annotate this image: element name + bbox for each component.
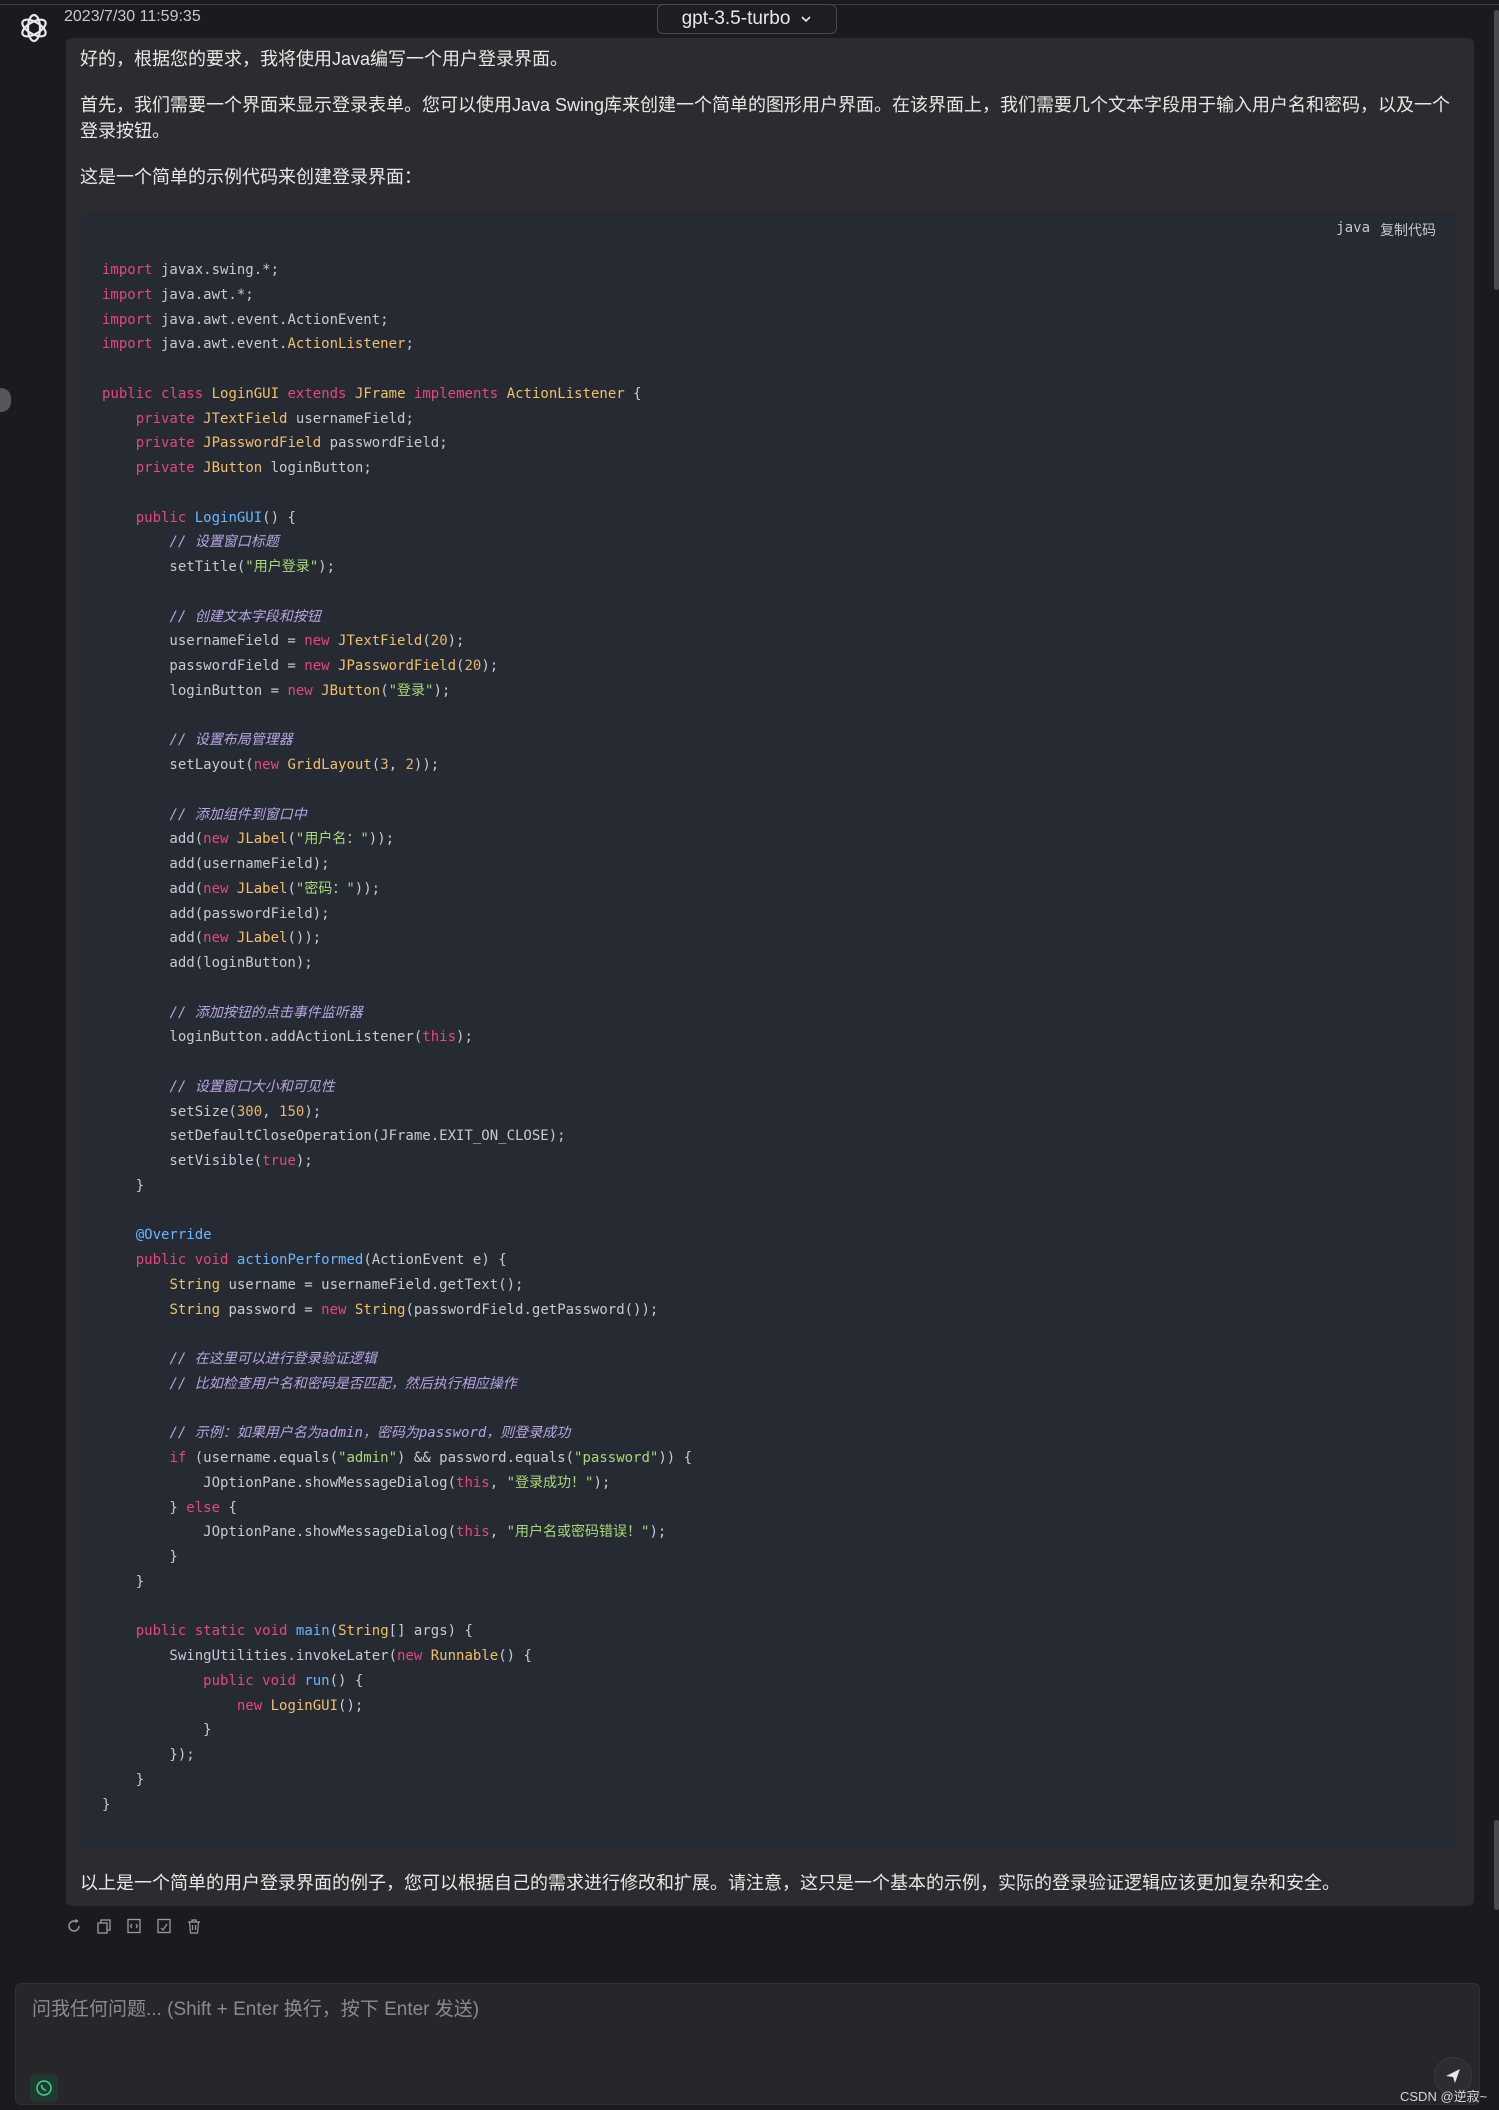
whatsapp-icon bbox=[36, 2080, 52, 2096]
delete-icon[interactable] bbox=[186, 1918, 202, 1934]
chat-input[interactable] bbox=[30, 1992, 1434, 2056]
watermark: CSDN @逆寂~ bbox=[1400, 2089, 1488, 2104]
copy-icon[interactable] bbox=[96, 1918, 112, 1934]
message-paragraph-1: 首先，我们需要一个界面来显示登录表单。您可以使用Java Swing库来创建一个… bbox=[80, 95, 1451, 141]
model-selector-label: gpt-3.5-turbo bbox=[681, 8, 791, 29]
copy-code-button[interactable]: 复制代码 bbox=[1380, 220, 1436, 240]
message-paragraph-2: 这是一个简单的示例代码来创建登录界面： bbox=[80, 167, 422, 187]
sidebar-toggle-handle[interactable] bbox=[0, 388, 11, 412]
code-block: java 复制代码 import javax.swing.*; import j… bbox=[80, 212, 1458, 1850]
model-selector[interactable]: gpt-3.5-turbo bbox=[657, 4, 837, 34]
send-icon bbox=[1446, 2069, 1460, 2083]
message-actions bbox=[66, 1918, 202, 1934]
plugin-button[interactable] bbox=[30, 2074, 58, 2102]
scrollbar-thumb-lower[interactable] bbox=[1494, 1820, 1499, 1910]
scrollbar-thumb[interactable] bbox=[1494, 10, 1499, 290]
message-intro: 好的，根据您的要求，我将使用Java编写一个用户登录界面。 bbox=[80, 49, 569, 69]
code-icon[interactable] bbox=[126, 1918, 142, 1934]
assistant-message: 好的，根据您的要求，我将使用Java编写一个用户登录界面。 首先，我们需要一个界… bbox=[66, 38, 1474, 1906]
export-icon[interactable] bbox=[156, 1918, 172, 1934]
regenerate-icon[interactable] bbox=[66, 1918, 82, 1934]
chat-composer bbox=[15, 1983, 1480, 2105]
code-content: import javax.swing.*; import java.awt.*;… bbox=[102, 262, 693, 1813]
code-language: java bbox=[1336, 220, 1370, 236]
message-outro: 以上是一个简单的用户登录界面的例子，您可以根据自己的需求进行修改和扩展。请注意，… bbox=[80, 1873, 1340, 1893]
openai-logo-icon bbox=[16, 10, 52, 46]
code-block-header: java 复制代码 bbox=[1336, 220, 1436, 240]
chevron-down-icon bbox=[801, 16, 811, 23]
message-timestamp: 2023/7/30 11:59:35 bbox=[64, 8, 201, 25]
